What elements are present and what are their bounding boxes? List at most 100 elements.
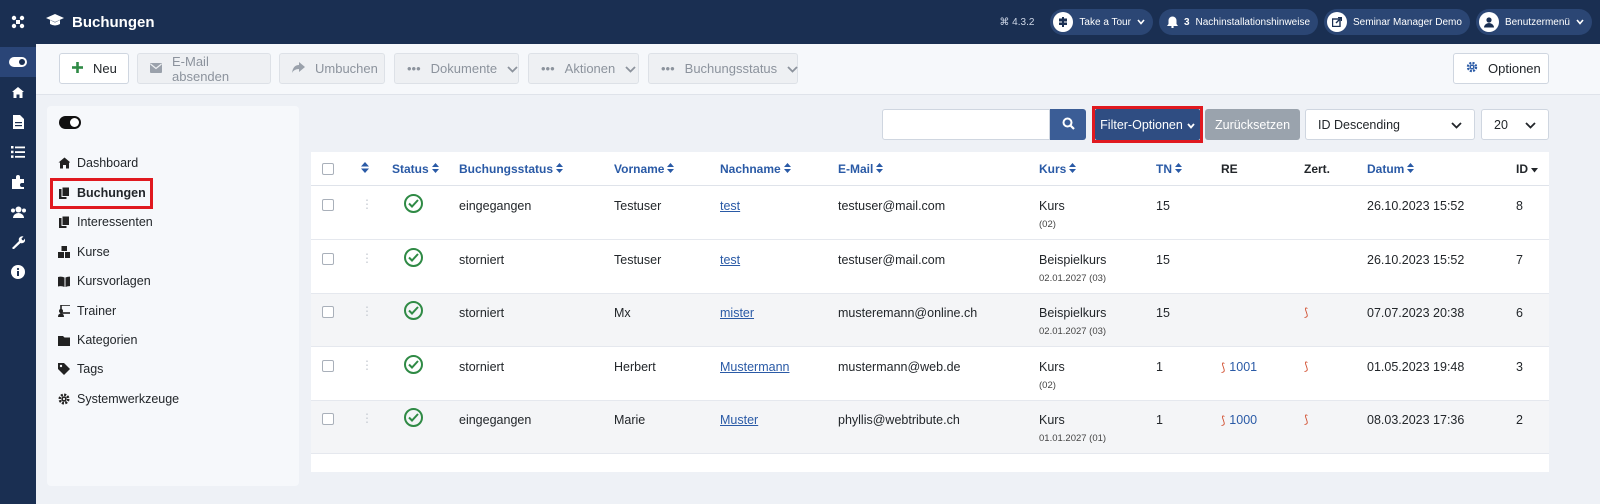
documents-dropdown[interactable]: ••• Dokumente: [394, 53, 519, 84]
cell-email: testuser@mail.com: [838, 199, 946, 213]
sidebar-item-system-tools[interactable]: Systemwerkzeuge: [58, 392, 179, 406]
column-last-name[interactable]: Nachname: [720, 162, 791, 176]
column-label: Buchungsstatus: [459, 162, 554, 176]
drag-handle-icon[interactable]: ⋮: [361, 304, 373, 318]
options-button[interactable]: Optionen: [1453, 53, 1549, 84]
published-check-icon[interactable]: [404, 248, 423, 267]
drag-handle-icon[interactable]: ⋮: [361, 411, 373, 425]
column-first-name[interactable]: Vorname: [614, 162, 675, 176]
sidebar-item-bookings[interactable]: Buchungen: [58, 186, 146, 200]
table-row[interactable]: ⋮ storniert Herbert Mustermann musterman…: [311, 348, 1549, 401]
certificate-pdf-icon[interactable]: ⟆: [1304, 413, 1308, 426]
sidebar-item-course-templates[interactable]: Kursvorlagen: [58, 274, 151, 288]
cell-last-name-link[interactable]: Muster: [720, 413, 758, 427]
user-menu-button[interactable]: Benutzermenü: [1475, 9, 1592, 35]
sort-icon: [1069, 162, 1077, 176]
published-check-icon[interactable]: [404, 408, 423, 427]
cell-email: musteremann@online.ch: [838, 306, 978, 320]
post-install-label: Nachinstallationshinweise: [1195, 16, 1311, 28]
home-icon[interactable]: [0, 77, 36, 107]
toggle-menu-icon[interactable]: [0, 47, 36, 77]
course-name: Beispielkurs: [1039, 306, 1107, 320]
cell-course: Kurs 01.01.2027 (01): [1039, 413, 1106, 444]
column-date[interactable]: Datum: [1367, 162, 1415, 176]
post-install-messages-button[interactable]: 3 Nachinstallationshinweise: [1158, 9, 1319, 35]
drag-handle-icon[interactable]: ⋮: [361, 251, 373, 265]
row-checkbox[interactable]: [322, 199, 334, 211]
sidebar-item-categories[interactable]: Kategorien: [58, 333, 137, 347]
published-check-icon[interactable]: [404, 355, 423, 374]
sidebar-item-tags[interactable]: Tags: [58, 362, 103, 376]
site-link-button[interactable]: Seminar Manager Demo: [1324, 9, 1470, 35]
select-all-checkbox[interactable]: [322, 163, 334, 175]
limit-select[interactable]: 20: [1481, 109, 1549, 140]
sidebar-item-dashboard[interactable]: Dashboard: [58, 156, 138, 170]
tag-icon: [58, 363, 70, 375]
send-email-button[interactable]: E-Mail absenden: [137, 53, 271, 84]
bell-icon: [1166, 16, 1178, 28]
file-icon[interactable]: [0, 107, 36, 137]
column-tn[interactable]: TN: [1156, 162, 1182, 176]
column-email[interactable]: E-Mail: [838, 162, 884, 176]
invoice-link[interactable]: ⟆ 1000: [1221, 413, 1257, 427]
course-sub: (02): [1039, 380, 1056, 391]
rebook-button[interactable]: Umbuchen: [279, 53, 385, 84]
published-check-icon[interactable]: [404, 301, 423, 320]
sort-icon: [556, 162, 564, 176]
joomla-logo-icon[interactable]: [0, 0, 36, 44]
cell-id: 3: [1516, 360, 1523, 374]
sidebar-toggle[interactable]: [59, 116, 81, 129]
course-sub: 02.01.2027 (03): [1039, 326, 1107, 337]
column-label: ID: [1516, 162, 1528, 176]
invoice-link[interactable]: ⟆ 1001: [1221, 360, 1257, 374]
cell-last-name-link[interactable]: Mustermann: [720, 360, 789, 374]
version-text: 4.3.2: [1012, 16, 1035, 28]
cell-id: 7: [1516, 253, 1523, 267]
cell-booking-status: storniert: [459, 306, 505, 320]
cell-last-name-link[interactable]: mister: [720, 306, 754, 320]
certificate-pdf-icon[interactable]: ⟆: [1304, 306, 1308, 319]
take-a-tour-button[interactable]: Take a Tour: [1050, 9, 1153, 35]
search-button[interactable]: [1050, 109, 1086, 140]
row-checkbox[interactable]: [322, 413, 334, 425]
ordering-sort-icon[interactable]: [361, 162, 369, 173]
row-checkbox[interactable]: [322, 253, 334, 265]
search-input[interactable]: [882, 109, 1050, 140]
table-row[interactable]: ⋮ storniert Mx mister musteremann@online…: [311, 294, 1549, 347]
certificate-pdf-icon[interactable]: ⟆: [1304, 360, 1308, 373]
column-id[interactable]: ID: [1516, 162, 1538, 176]
table-row[interactable]: ⋮ eingegangen Marie Muster phyllis@webtr…: [311, 401, 1549, 454]
drag-handle-icon[interactable]: ⋮: [361, 358, 373, 372]
column-course[interactable]: Kurs: [1039, 162, 1077, 176]
take-a-tour-label: Take a Tour: [1079, 16, 1131, 28]
column-status[interactable]: Status: [392, 162, 439, 176]
booking-status-dropdown[interactable]: ••• Buchungsstatus: [648, 53, 798, 84]
list-icon[interactable]: [0, 137, 36, 167]
table-row[interactable]: ⋮ storniert Testuser test testuser@mail.…: [311, 241, 1549, 294]
published-check-icon[interactable]: [404, 194, 423, 213]
cell-last-name-link[interactable]: test: [720, 253, 740, 267]
sidebar-item-interested[interactable]: Interessenten: [58, 215, 153, 229]
row-checkbox[interactable]: [322, 360, 334, 372]
column-booking-status[interactable]: Buchungsstatus: [459, 162, 564, 176]
actions-dropdown[interactable]: ••• Aktionen: [528, 53, 639, 84]
cell-last-name-link[interactable]: test: [720, 199, 740, 213]
reset-button[interactable]: Zurücksetzen: [1205, 109, 1300, 140]
row-checkbox[interactable]: [322, 306, 334, 318]
cell-first-name: Marie: [614, 413, 646, 427]
puzzle-icon[interactable]: [0, 167, 36, 197]
pdf-icon: ⟆: [1221, 414, 1226, 427]
drag-handle-icon[interactable]: ⋮: [361, 197, 373, 211]
ellipsis-icon: •••: [541, 61, 555, 76]
sidebar-item-courses[interactable]: Kurse: [58, 245, 110, 259]
column-label: Kurs: [1039, 162, 1067, 176]
filter-options-button[interactable]: Filter-Optionen: [1095, 109, 1200, 140]
new-button[interactable]: Neu: [59, 53, 129, 84]
table-row[interactable]: ⋮ eingegangen Testuser test testuser@mai…: [311, 187, 1549, 240]
cell-course: Beispielkurs 02.01.2027 (03): [1039, 253, 1106, 284]
sidebar-item-trainer[interactable]: Trainer: [58, 304, 116, 318]
wrench-icon[interactable]: [0, 227, 36, 257]
sort-select[interactable]: ID Descending: [1305, 109, 1475, 140]
users-icon[interactable]: [0, 197, 36, 227]
info-icon[interactable]: [0, 257, 36, 287]
